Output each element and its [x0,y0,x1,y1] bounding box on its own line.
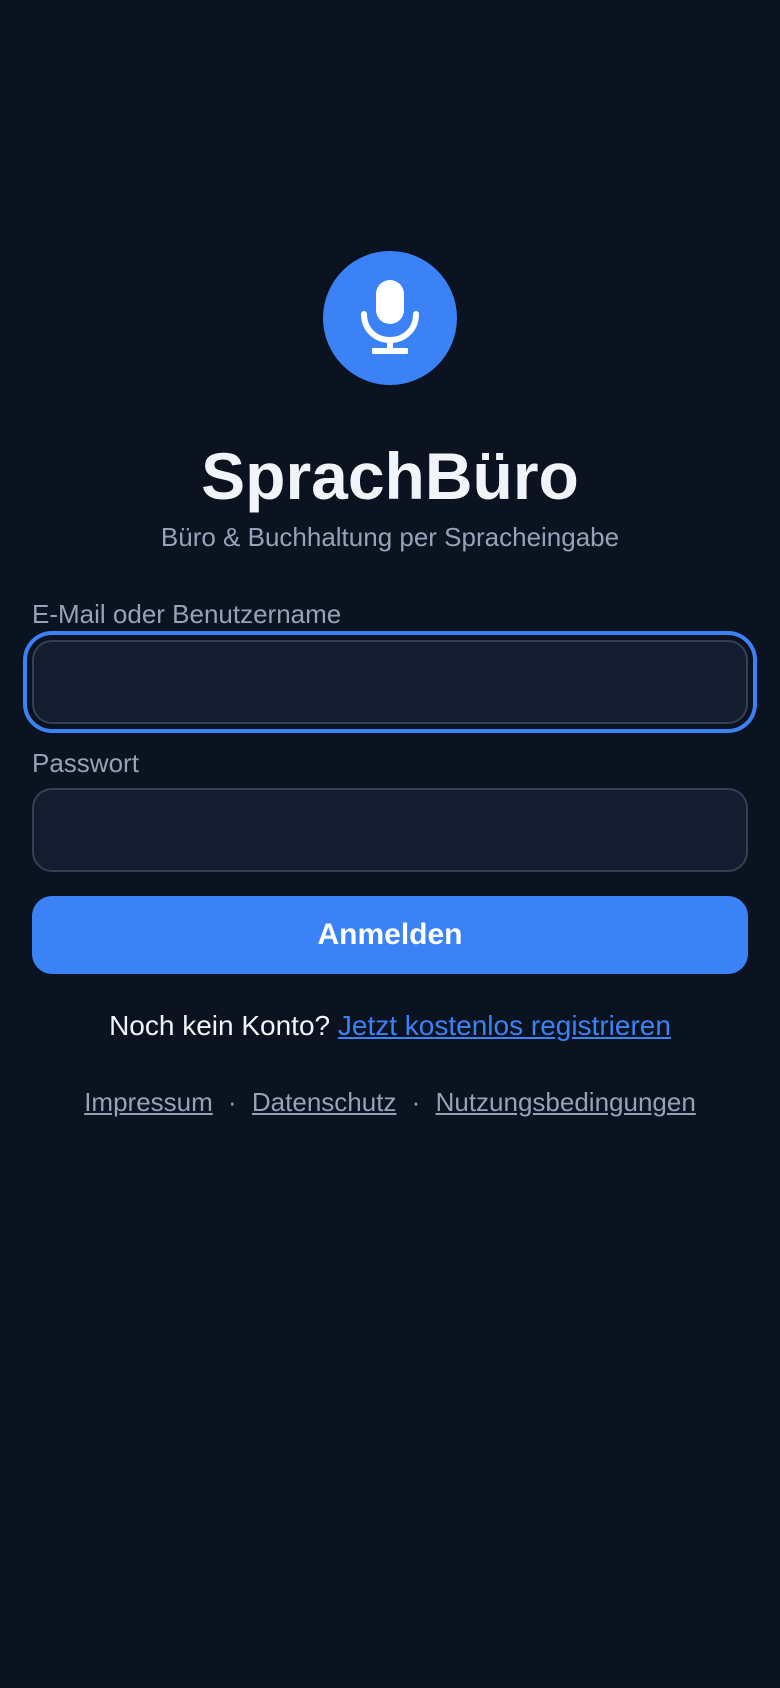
email-field[interactable] [32,640,748,724]
imprint-link[interactable]: Impressum [84,1087,213,1117]
privacy-link[interactable]: Datenschutz [252,1087,397,1117]
app-logo [323,251,457,385]
app-subtitle: Büro & Buchhaltung per Spracheingabe [160,522,620,552]
footer-links: Impressum · Datenschutz · Nutzungsbeding… [0,1086,780,1118]
footer-separator: · [228,1087,237,1117]
register-link[interactable]: Jetzt kostenlos registrieren [338,1010,671,1041]
login-button[interactable]: Anmelden [32,896,748,974]
email-label: E-Mail oder Benutzername [32,599,342,629]
signup-row: Noch kein Konto? Jetzt kostenlos registr… [0,1008,780,1044]
password-field[interactable] [32,788,748,872]
app-title: SprachBüro [201,439,579,513]
microphone-icon [361,280,419,354]
terms-link[interactable]: Nutzungsbedingungen [436,1087,696,1117]
signup-prompt: Noch kein Konto? [109,1010,331,1041]
footer-separator: · [411,1087,421,1117]
password-label: Passwort [32,748,139,778]
